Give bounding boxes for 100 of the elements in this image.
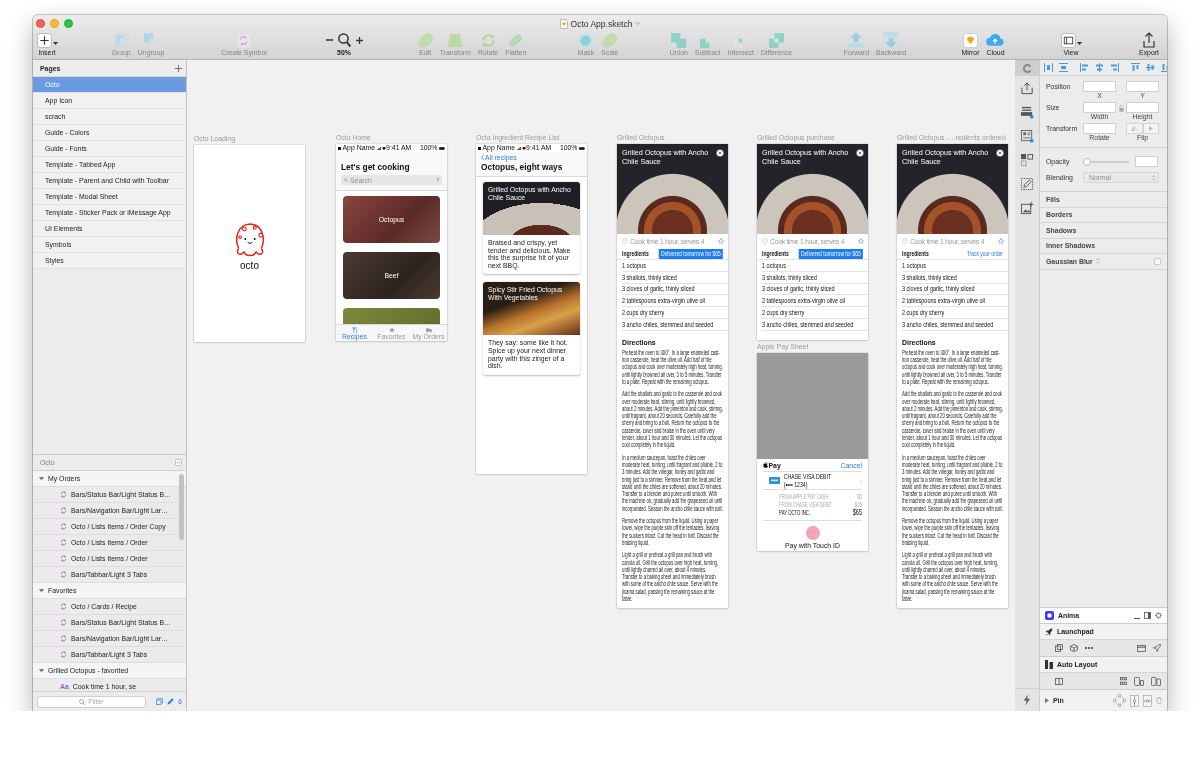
symbol-icon [60, 491, 67, 498]
dotted-circle-icon[interactable] [805, 525, 820, 540]
align-center-icon[interactable] [1095, 63, 1104, 72]
pin-center-icon[interactable] [1143, 694, 1152, 707]
clock-icon [762, 238, 768, 244]
align-middle-icon[interactable] [1146, 63, 1155, 72]
layers-icon[interactable] [1020, 105, 1034, 119]
rocket-outline-icon[interactable] [1153, 644, 1161, 652]
scrollbar-thumb[interactable] [179, 474, 184, 540]
number-field[interactable] [1083, 81, 1116, 92]
difference-shapes-icon [769, 32, 785, 48]
logo-text: octo [240, 260, 259, 271]
align-top-icon[interactable] [1131, 63, 1140, 72]
padlock-icon[interactable] [1118, 105, 1124, 112]
collapse-icon[interactable] [175, 459, 182, 466]
union-shapes-icon [671, 32, 687, 48]
minimize-window-button[interactable] [50, 19, 59, 28]
grid-dots-icon[interactable] [1120, 677, 1127, 685]
clock-icon [902, 238, 908, 244]
lightning-icon[interactable] [1023, 694, 1031, 706]
apple-icon [763, 462, 768, 468]
plus-square-icon [36, 32, 52, 48]
symbol-icon [60, 651, 67, 658]
circle-in-square-icon [578, 32, 594, 48]
fork-knife-icon [351, 326, 358, 333]
close-icon[interactable] [996, 149, 1004, 157]
battery-icon [579, 146, 585, 150]
window-icon[interactable] [1137, 644, 1146, 652]
checkbox[interactable] [1154, 257, 1161, 265]
copy-icon[interactable] [156, 698, 164, 705]
layer-up-arrow-icon [848, 32, 865, 48]
caret-icon [52, 42, 58, 45]
add-image-icon[interactable] [1020, 201, 1034, 215]
rotate-field[interactable] [1083, 123, 1116, 134]
up-down-chevron-icon [1152, 174, 1156, 181]
gear-icon[interactable] [1155, 612, 1162, 619]
list-icon[interactable] [1020, 129, 1034, 143]
disclosure-triangle-icon[interactable] [39, 476, 44, 481]
upload-icon[interactable] [1020, 81, 1034, 95]
frame-icon[interactable] [1055, 644, 1063, 652]
square-icon [478, 146, 481, 150]
search-icon [79, 698, 86, 705]
flip-horizontal-button[interactable] [1126, 123, 1143, 134]
devices-icon[interactable] [1134, 676, 1144, 686]
symbol-icon [60, 635, 67, 642]
distribute-vertical-icon[interactable] [1059, 63, 1068, 72]
symbol-icon [60, 571, 67, 578]
star-icon [388, 326, 395, 333]
c-shape-icon[interactable] [1021, 62, 1033, 74]
sidebar-icon[interactable] [1144, 612, 1151, 619]
trash-icon[interactable] [1156, 697, 1162, 704]
disclosure-triangle-icon[interactable] [39, 668, 44, 673]
total-amount: $65 [852, 508, 862, 518]
caret-icon [1076, 42, 1082, 45]
grid-icon[interactable] [1020, 153, 1034, 167]
pin-nodes-icon[interactable] [1113, 694, 1126, 707]
rocket-icon [1045, 627, 1053, 636]
align-left-icon[interactable] [1080, 63, 1089, 72]
close-icon[interactable] [716, 149, 724, 157]
close-window-button[interactable] [36, 19, 45, 28]
number-field[interactable] [1135, 156, 1158, 167]
trapezoid-icon [447, 32, 464, 48]
edit-square-icon[interactable] [1020, 177, 1034, 191]
rotate-arrows-icon [480, 32, 496, 48]
star-outline-icon[interactable] [998, 238, 1004, 244]
distribute-horizontal-icon[interactable] [1044, 63, 1053, 72]
star-outline-icon[interactable] [858, 238, 864, 244]
signal-icon [516, 146, 521, 150]
tablets-icon[interactable] [1151, 676, 1161, 686]
pin-vertical-icon[interactable] [1130, 694, 1139, 707]
flip-vertical-button[interactable] [1142, 123, 1159, 134]
play-triangle-icon [1148, 126, 1153, 131]
zoom-in-icon[interactable] [355, 36, 363, 44]
slider-thumb[interactable] [1083, 157, 1091, 166]
zoom-window-button[interactable] [64, 19, 73, 28]
symbol-icon [60, 555, 67, 562]
symbol-icon [60, 619, 67, 626]
cube-icon[interactable] [1070, 644, 1078, 652]
number-field[interactable] [1126, 102, 1159, 113]
pencil-icon[interactable] [167, 698, 175, 705]
chevron-down-icon[interactable] [635, 22, 641, 25]
disclosure-triangle-icon[interactable] [39, 588, 44, 593]
align-right-icon[interactable] [1110, 63, 1119, 72]
truck-icon [425, 326, 432, 333]
flip-horizontal-icon [1131, 126, 1138, 131]
chevron-left-icon[interactable] [481, 154, 484, 160]
number-field[interactable] [1083, 102, 1116, 113]
number-field[interactable] [1126, 81, 1159, 92]
wifi-icon [522, 146, 527, 150]
disclosure-triangle-icon[interactable] [1045, 698, 1049, 703]
symbol-icon [60, 603, 67, 610]
plus-icon[interactable] [175, 64, 182, 72]
upload-arrow-icon [1143, 32, 1155, 48]
battery-icon [439, 146, 445, 150]
credit-card-icon [769, 477, 780, 484]
symbol-icon [60, 507, 67, 514]
book-icon[interactable] [1055, 677, 1063, 685]
close-icon[interactable] [856, 149, 864, 157]
up-down-chevron-icon[interactable] [1095, 258, 1100, 265]
star-outline-icon[interactable] [718, 238, 724, 244]
